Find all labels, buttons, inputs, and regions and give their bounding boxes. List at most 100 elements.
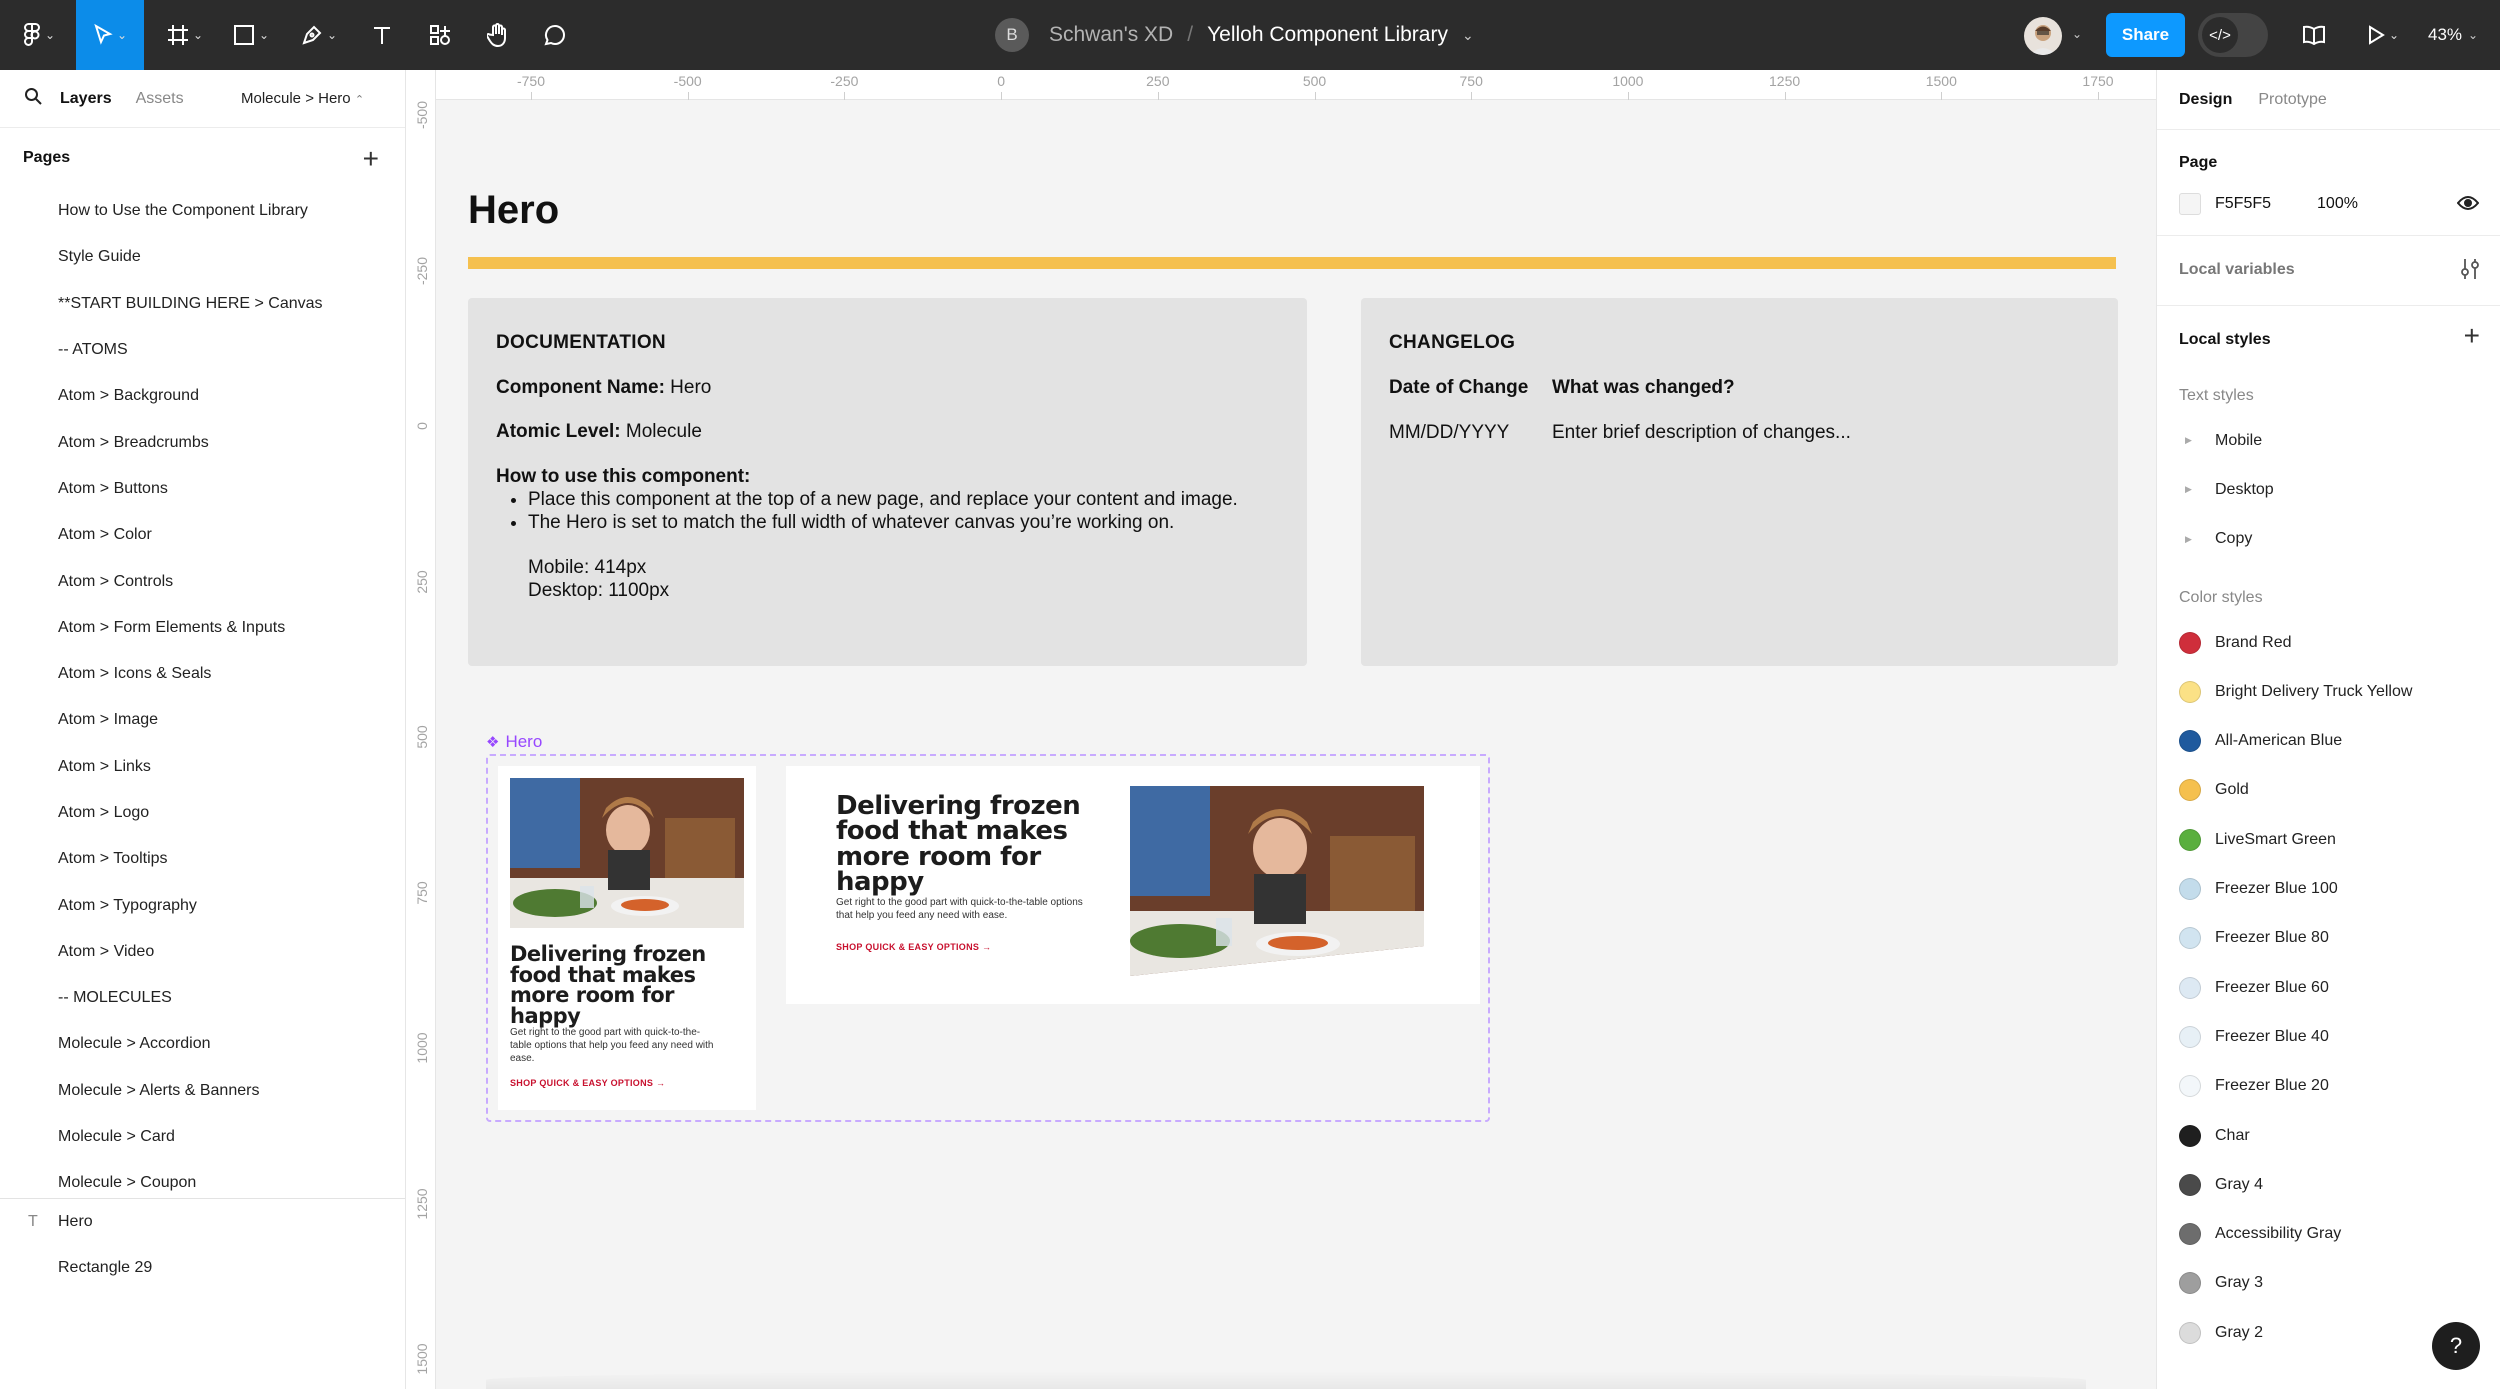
add-style-button[interactable]: +: [2464, 320, 2480, 352]
list-item[interactable]: LiveSmart Green: [2157, 815, 2500, 864]
page-name: Atom > Typography: [58, 896, 197, 914]
chevron-down-icon[interactable]: ⌄: [2072, 27, 2082, 41]
documentation-card[interactable]: DOCUMENTATION Component Name: Hero Atomi…: [468, 298, 1307, 666]
list-item[interactable]: ▶ Desktop: [2157, 465, 2500, 514]
list-item[interactable]: Atom > Video: [0, 929, 405, 975]
tab-assets[interactable]: Assets: [136, 90, 184, 108]
list-item[interactable]: Molecule > Alerts & Banners: [0, 1068, 405, 1114]
resources-tool-button[interactable]: [422, 0, 458, 70]
list-item[interactable]: **START BUILDING HERE > Canvas: [0, 281, 405, 327]
list-item[interactable]: Molecule > Coupon: [0, 1160, 405, 1198]
list-item[interactable]: Freezer Blue 20: [2157, 1062, 2500, 1111]
list-item[interactable]: Atom > Form Elements & Inputs: [0, 605, 405, 651]
search-icon[interactable]: [24, 87, 42, 110]
list-item[interactable]: Freezer Blue 100: [2157, 864, 2500, 913]
main-menu-button[interactable]: ⌄: [14, 0, 64, 70]
present-button[interactable]: ⌄: [2358, 0, 2408, 70]
list-item[interactable]: Atom > Links: [0, 744, 405, 790]
list-item[interactable]: ▶ Mobile: [2157, 416, 2500, 465]
local-styles-header: Local styles +: [2157, 306, 2500, 376]
list-item[interactable]: Molecule > Card: [0, 1114, 405, 1160]
team-name[interactable]: Schwan's XD: [1049, 23, 1173, 47]
chevron-down-icon: ⌄: [2468, 28, 2479, 42]
hero-mobile-variant[interactable]: Delivering frozen food that makes more r…: [498, 766, 756, 1110]
caret-right-icon[interactable]: ▶: [2185, 484, 2215, 495]
file-name[interactable]: Yelloh Component Library: [1207, 23, 1448, 47]
list-item[interactable]: Atom > Icons & Seals: [0, 651, 405, 697]
list-item[interactable]: Molecule > Accordion: [0, 1021, 405, 1067]
file-title[interactable]: B Schwan's XD / Yelloh Component Library…: [995, 0, 1474, 70]
ruler-tick-label: -250: [830, 73, 859, 89]
frame-tool-button[interactable]: ⌄: [160, 0, 210, 70]
hero-component-label[interactable]: ❖ Hero: [486, 732, 542, 752]
list-item[interactable]: Atom > Background: [0, 373, 405, 419]
shape-tool-button[interactable]: ⌄: [226, 0, 276, 70]
list-item[interactable]: Style Guide: [0, 234, 405, 280]
caret-right-icon[interactable]: ▶: [2185, 435, 2215, 446]
layer-row[interactable]: T Hero: [0, 1199, 405, 1245]
chevron-down-icon[interactable]: ⌄: [1462, 27, 1474, 44]
figma-logo-icon: [23, 23, 40, 46]
list-item[interactable]: Accessibility Gray: [2157, 1209, 2500, 1258]
move-tool-button[interactable]: ⌄: [76, 0, 144, 70]
avatar[interactable]: [2024, 17, 2062, 55]
help-button[interactable]: ?: [2432, 1322, 2480, 1370]
layer-row[interactable]: Rectangle 29: [0, 1245, 405, 1291]
list-item[interactable]: Atom > Typography: [0, 882, 405, 928]
list-item[interactable]: ▶ Copy: [2157, 515, 2500, 564]
changelog-card[interactable]: CHANGELOG Date of Change What was change…: [1361, 298, 2118, 666]
page-name: Atom > Background: [58, 387, 199, 405]
share-button[interactable]: Share: [2106, 13, 2185, 57]
list-item[interactable]: -- ATOMS: [0, 327, 405, 373]
page-title[interactable]: Hero: [468, 188, 559, 233]
list-item[interactable]: Atom > Breadcrumbs: [0, 419, 405, 465]
hero-cta-link[interactable]: SHOP QUICK & EASY OPTIONS →: [510, 1078, 665, 1088]
list-item[interactable]: -- MOLECULES: [0, 975, 405, 1021]
local-variables-section[interactable]: Local variables: [2157, 236, 2500, 306]
pen-tool-button[interactable]: ⌄: [294, 0, 344, 70]
list-item[interactable]: Atom > Controls: [0, 558, 405, 604]
list-item[interactable]: Atom > Buttons: [0, 466, 405, 512]
eye-icon[interactable]: [2456, 195, 2480, 216]
sliders-icon[interactable]: [2460, 258, 2480, 285]
dev-mode-toggle[interactable]: </>: [2198, 13, 2268, 57]
list-item[interactable]: All-American Blue: [2157, 716, 2500, 765]
hand-tool-button[interactable]: [480, 0, 516, 70]
list-item[interactable]: Bright Delivery Truck Yellow: [2157, 667, 2500, 716]
tab-prototype[interactable]: Prototype: [2258, 91, 2326, 109]
current-page-selector[interactable]: Molecule > Hero ⌃: [241, 90, 364, 107]
ruler-tick-label: 1250: [414, 1187, 430, 1220]
list-item[interactable]: Atom > Color: [0, 512, 405, 558]
zoom-dropdown[interactable]: 43% ⌄: [2428, 0, 2478, 70]
list-item[interactable]: Atom > Logo: [0, 790, 405, 836]
current-page-label: Molecule > Hero: [241, 90, 351, 107]
list-item[interactable]: Char: [2157, 1111, 2500, 1160]
list-item[interactable]: Freezer Blue 60: [2157, 963, 2500, 1012]
library-button[interactable]: [2296, 0, 2332, 70]
list-item[interactable]: Freezer Blue 80: [2157, 914, 2500, 963]
list-item[interactable]: Atom > Tooltips: [0, 836, 405, 882]
tab-layers[interactable]: Layers: [60, 90, 112, 108]
right-panel-tabs: Design Prototype: [2157, 70, 2500, 130]
list-item[interactable]: How to Use the Component Library: [0, 188, 405, 234]
page-color-swatch[interactable]: [2179, 193, 2201, 215]
color-style-name: Freezer Blue 40: [2215, 1027, 2329, 1045]
list-item[interactable]: Gray 4: [2157, 1160, 2500, 1209]
list-item[interactable]: Freezer Blue 40: [2157, 1012, 2500, 1061]
canvas[interactable]: -750 -500 -250 0 250 500 750 1000 1250 1500 1750 -…: [406, 70, 2156, 1389]
list-item[interactable]: Gold: [2157, 766, 2500, 815]
list-item[interactable]: Atom > Image: [0, 697, 405, 743]
title-underline[interactable]: [468, 257, 2116, 269]
documentation-heading: DOCUMENTATION: [496, 332, 666, 353]
caret-right-icon[interactable]: ▶: [2185, 534, 2215, 545]
text-tool-button[interactable]: [364, 0, 400, 70]
hero-desktop-variant[interactable]: Delivering frozen food that makes more r…: [786, 766, 1480, 1004]
list-item[interactable]: Gray 3: [2157, 1259, 2500, 1308]
comment-tool-button[interactable]: [537, 0, 573, 70]
page-color-value[interactable]: F5F5F5: [2215, 195, 2271, 213]
page-opacity-value[interactable]: 100%: [2317, 195, 2358, 213]
hero-cta-link[interactable]: SHOP QUICK & EASY OPTIONS →: [836, 942, 991, 952]
tab-design[interactable]: Design: [2179, 91, 2232, 109]
list-item[interactable]: Brand Red: [2157, 618, 2500, 667]
add-page-button[interactable]: +: [363, 143, 379, 175]
